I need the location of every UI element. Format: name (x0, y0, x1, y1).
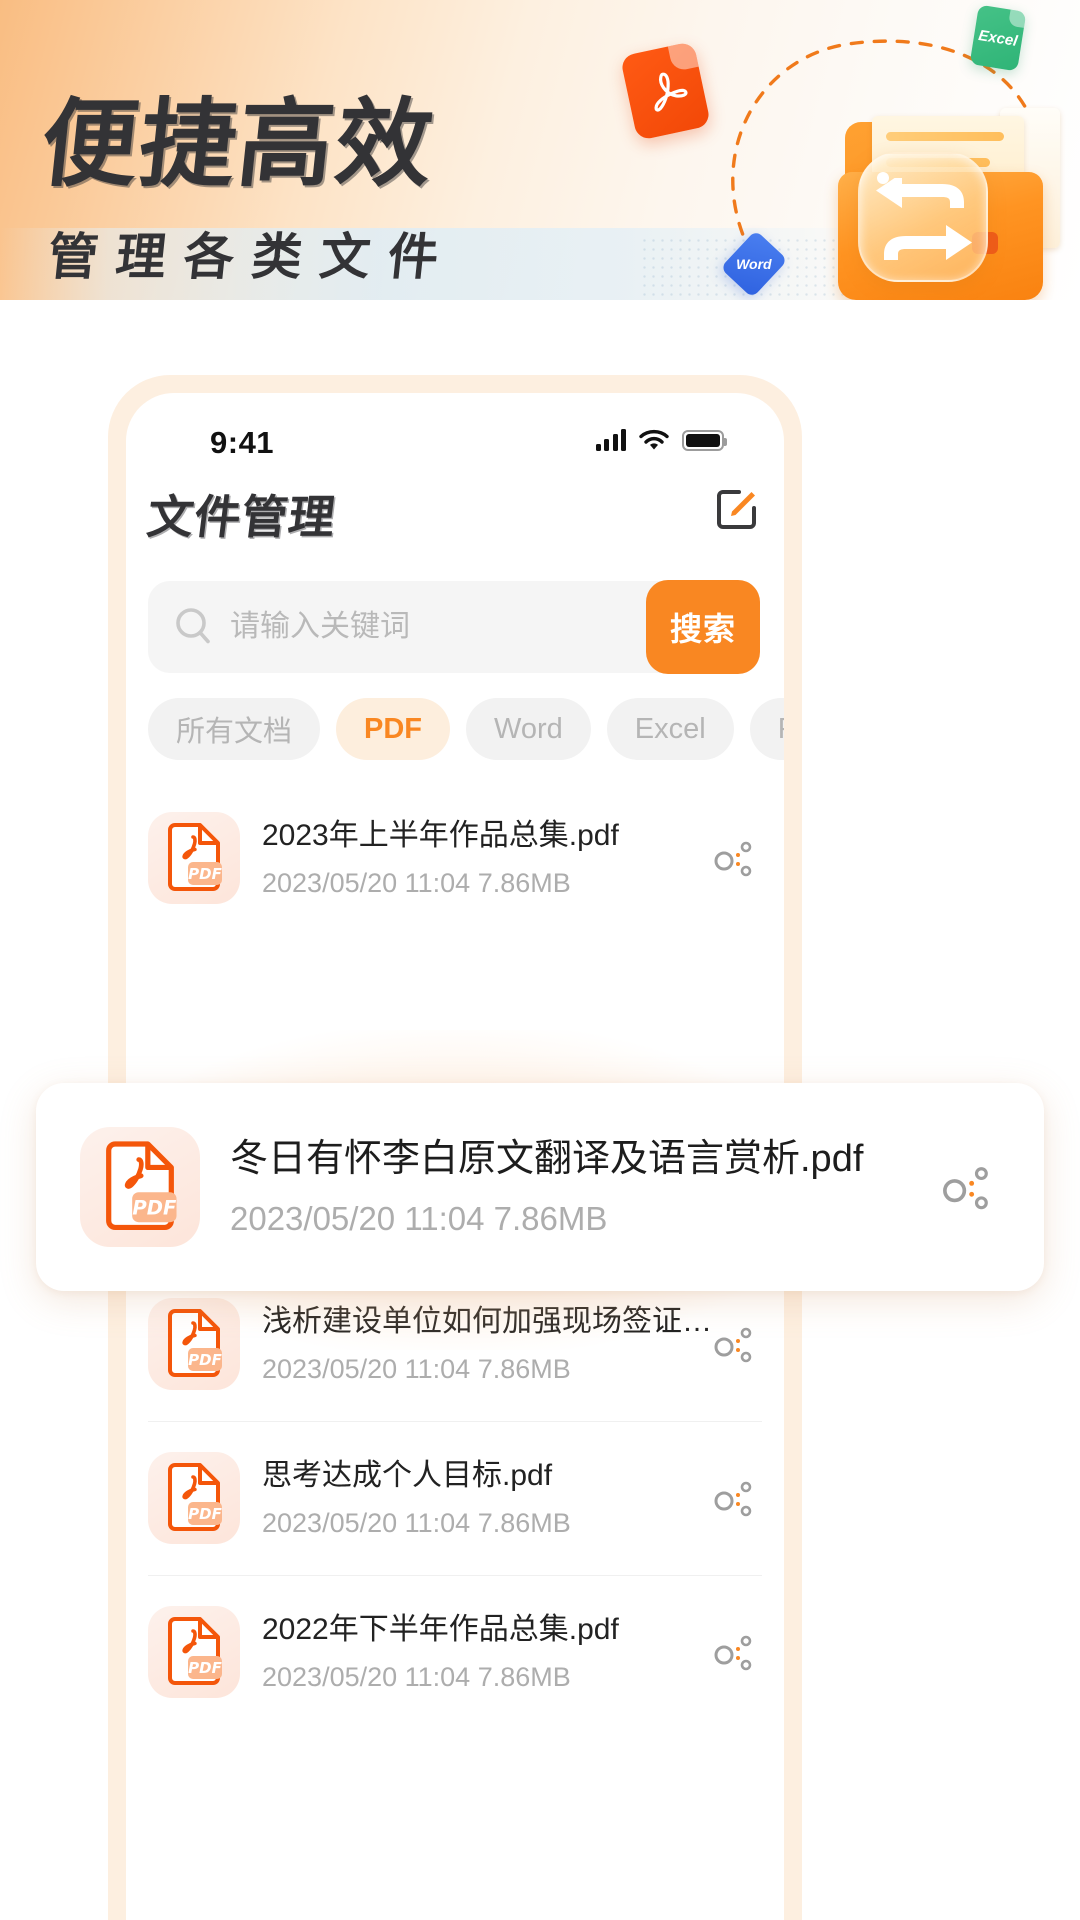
app-header: 文件管理 (126, 481, 784, 555)
file-meta: 2023/05/20 11:04 7.86MB (262, 1508, 571, 1539)
edit-compose-icon[interactable] (714, 486, 760, 532)
filter-chip-word[interactable]: Word (466, 698, 591, 760)
search-button[interactable]: 搜索 (646, 580, 760, 674)
file-meta: 2023/05/20 11:04 7.86MB (262, 1354, 571, 1385)
status-bar: 9:41 (126, 423, 784, 469)
file-name: 2023年上半年作品总集.pdf (262, 818, 619, 852)
excel-tag-label: Excel (977, 26, 1019, 50)
file-type-filter-bar[interactable]: 所有文档 PDF Word Excel PPT (148, 698, 784, 760)
highlighted-file-card[interactable]: PDF 冬日有怀李白原文翻译及语言赏析.pdf 2023/05/20 11:04… (36, 1083, 1044, 1291)
banner-subheadline: 管理各类文件 (44, 228, 460, 286)
acrobat-pdf-glyph (654, 72, 687, 112)
wifi-icon (639, 429, 669, 450)
banner-illustration: Excel Word (580, 0, 1080, 300)
pdf-file-icon: PDF (80, 1127, 200, 1247)
more-options-icon[interactable] (712, 1321, 758, 1367)
more-options-icon[interactable] (712, 1629, 758, 1675)
pdf-file-icon: PDF (148, 1452, 240, 1544)
more-options-icon[interactable] (712, 835, 758, 881)
search-input[interactable]: 请输入关键词 (230, 607, 410, 647)
filter-chip-ppt[interactable]: PPT (749, 698, 784, 760)
cellular-signal-icon (595, 429, 626, 451)
search-icon (172, 605, 216, 649)
file-list-item[interactable]: PDF 思考达成个人目标.pdf 2023/05/20 11:04 7.86MB (148, 1421, 762, 1575)
file-name: 2022年下半年作品总集.pdf (262, 1612, 619, 1646)
swap-arrows-icon (876, 178, 972, 260)
banner-headline: 便捷高效 (36, 88, 440, 200)
word-tag-label: Word (736, 255, 772, 272)
filter-chip-all[interactable]: 所有文档 (148, 698, 321, 760)
battery-icon (682, 430, 727, 451)
status-bar-clock: 9:41 (210, 425, 275, 460)
svg-text:PDF: PDF (188, 1659, 222, 1677)
file-name: 思考达成个人目标.pdf (262, 1458, 553, 1492)
file-name: 浅析建设单位如何加强现场签证… .pdf (262, 1304, 712, 1338)
file-meta: 2023/05/20 11:04 7.86MB (230, 1199, 608, 1237)
file-meta: 2023/05/20 11:04 7.86MB (262, 1662, 571, 1693)
filter-chip-pdf[interactable]: PDF (336, 698, 451, 760)
pdf-file-icon: PDF (148, 1606, 240, 1698)
svg-text:PDF: PDF (188, 1351, 222, 1369)
svg-text:PDF: PDF (188, 865, 222, 883)
tag-folded-corner (1008, 9, 1027, 28)
pdf-file-icon: PDF (148, 812, 240, 904)
search-bar[interactable]: 请输入关键词 搜索 (148, 580, 760, 674)
file-meta: 2023/05/20 11:04 7.86MB (262, 868, 571, 899)
more-options-icon[interactable] (940, 1159, 996, 1215)
more-options-icon[interactable] (712, 1475, 758, 1521)
word-file-tag: Word (720, 229, 788, 299)
file-list-item[interactable]: PDF 2022年下半年作品总集.pdf 2023/05/20 11:04 7.… (148, 1575, 762, 1729)
file-name: 冬日有怀李白原文翻译及语言赏析.pdf (230, 1138, 864, 1181)
filter-chip-excel[interactable]: Excel (606, 698, 734, 760)
svg-text:PDF: PDF (188, 1505, 222, 1523)
page-title: 文件管理 (144, 490, 339, 544)
excel-file-tag: Excel (969, 4, 1027, 72)
pdf-file-tag (619, 41, 712, 141)
status-bar-icons (595, 429, 727, 451)
svg-text:PDF: PDF (132, 1196, 177, 1219)
pdf-file-icon: PDF (148, 1298, 240, 1390)
promo-banner: 便捷高效 管理各类文件 Excel Word (0, 0, 1080, 300)
file-list-item[interactable]: PDF 2023年上半年作品总集.pdf 2023/05/20 11:04 7.… (148, 781, 762, 935)
